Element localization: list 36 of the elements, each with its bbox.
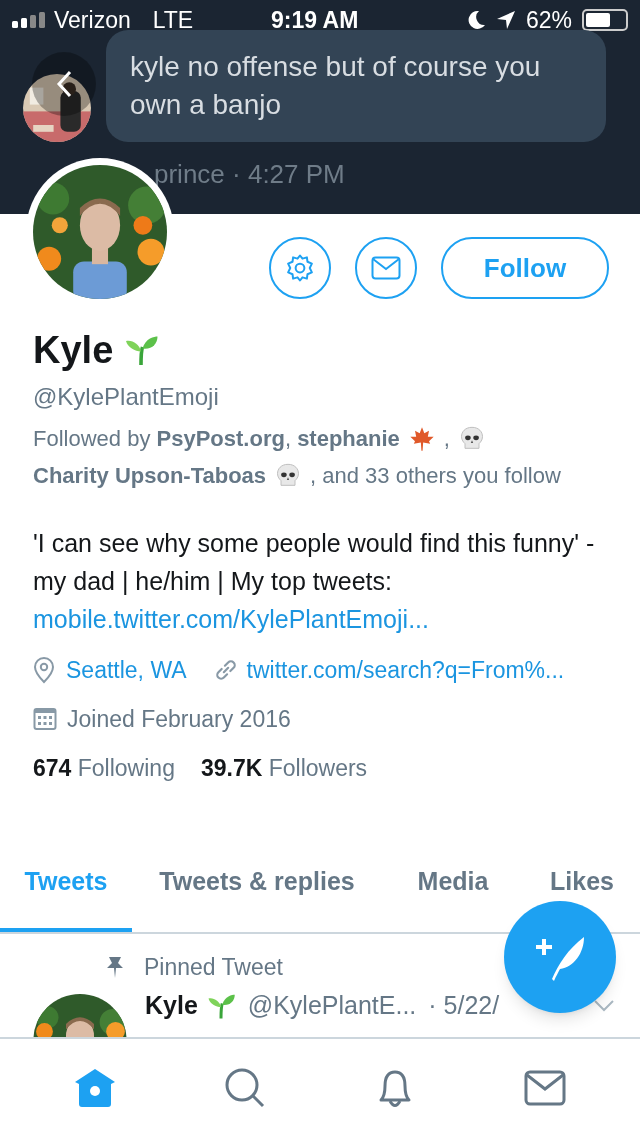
message-button[interactable] [355, 237, 417, 299]
settings-button[interactable] [269, 237, 331, 299]
tweet-date: · 5/22/ [428, 990, 500, 1022]
chevron-down-icon [593, 999, 615, 1013]
location-link[interactable]: Seattle, WA [66, 652, 187, 688]
signal-icon [12, 12, 46, 28]
profile-name: Kyle [33, 327, 114, 373]
pinned-label: Pinned Tweet [144, 952, 283, 982]
location-arrow-icon [495, 10, 516, 30]
mail-icon [371, 256, 401, 280]
website-link[interactable]: twitter.com/search?q=From%... [246, 652, 565, 688]
followed-by-text: , and 33 others you follow [310, 462, 561, 490]
bio-link[interactable]: mobile.twitter.com/KylePlantEmoji... [33, 605, 429, 633]
location-pin-icon [33, 656, 55, 684]
profile-handle: @KylePlantEmoji [33, 382, 220, 412]
followed-by-text: Followed by PsyPost.org, stephanie [33, 425, 400, 453]
followed-by-text: Charity Upson-Taboas [33, 462, 267, 490]
calendar-icon [33, 707, 57, 731]
followed-by-text: , [443, 425, 450, 453]
profile-tab[interactable]: Tweets [0, 864, 132, 900]
stat-link[interactable]: 39.7K Followers [200, 750, 368, 786]
battery-icon [582, 9, 628, 31]
join-date: Joined February 2016 [67, 704, 291, 734]
settings-icon [285, 253, 315, 283]
profile-tab[interactable]: Likes [524, 864, 640, 900]
message-meta: prince · 4:27 PM [154, 158, 345, 191]
back-icon [56, 70, 72, 98]
tweet-author: Kyle [145, 990, 198, 1022]
profile-tab[interactable]: Media [382, 864, 524, 900]
follow-button[interactable]: Follow [441, 237, 609, 299]
stat-link[interactable]: 674 Following [33, 750, 175, 786]
message-bubble: kyle no offense but of course you own a banjo [106, 30, 606, 142]
tweet-handle: @KylePlantE... [247, 990, 417, 1022]
moon-icon [467, 10, 486, 30]
profile-tab[interactable]: Tweets & replies [132, 864, 382, 900]
bio-text: 'I can see why some people would find this funny' - my dad | he/him | My top tweets: [33, 529, 595, 595]
